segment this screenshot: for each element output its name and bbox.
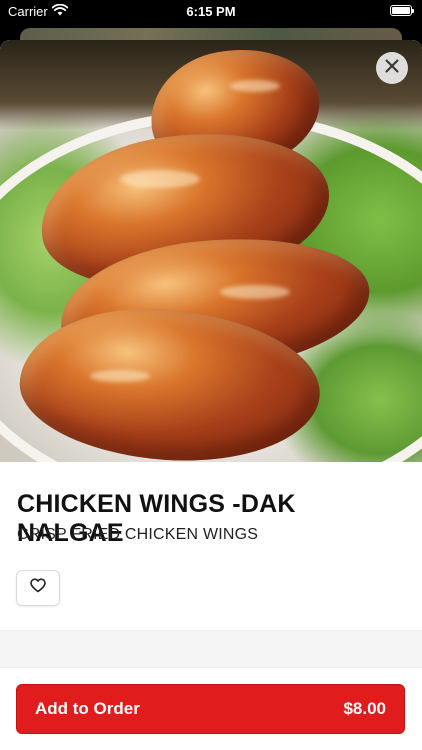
section-divider: [0, 630, 422, 668]
close-button[interactable]: [376, 52, 408, 84]
order-price: $8.00: [343, 699, 386, 718]
add-to-order-label: Add to Order: [35, 699, 140, 718]
battery-icon: [390, 5, 414, 16]
status-bar: Carrier 6:15 PM: [0, 0, 422, 24]
item-detail-sheet: CHICKEN WINGS -DAK NALGAE CRISP FRIED CH…: [0, 40, 422, 750]
add-to-order-button[interactable]: Add to Order $8.00: [16, 684, 405, 734]
close-icon: [385, 59, 399, 78]
heart-icon: [30, 578, 46, 598]
favorite-button[interactable]: [16, 570, 60, 606]
status-time: 6:15 PM: [186, 4, 236, 19]
item-description: CRISP FRIED CHICKEN WINGS: [17, 526, 259, 543]
chicken-wings-photo: [0, 40, 422, 462]
